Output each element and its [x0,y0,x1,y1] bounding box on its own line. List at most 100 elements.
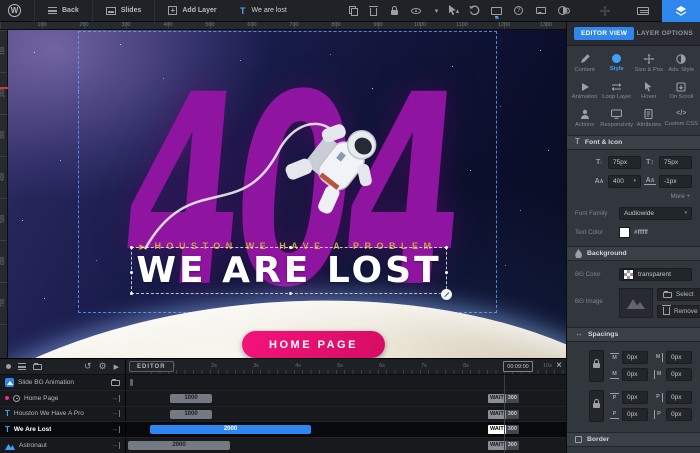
record-icon[interactable] [6,364,11,369]
select-image-button[interactable]: Select [657,288,700,301]
timeline-row-home-page[interactable]: Home Page → 1000 WAIT300 [0,391,566,407]
text-layer-icon: T [240,6,246,16]
selection-handle[interactable] [445,271,448,274]
resize-handle[interactable] [441,289,452,300]
selection-handle[interactable] [445,246,448,249]
tab-hover[interactable]: Hover [633,79,664,104]
playhead[interactable] [504,375,505,453]
tab-custom-css[interactable]: </> Custom CSS [664,106,698,131]
tab-label: Size & Pos [635,67,663,73]
folder-icon[interactable] [111,380,120,386]
selection-handle[interactable] [130,292,133,295]
settings-button[interactable]: ⚙ [548,7,586,16]
remove-image-button[interactable]: Remove [657,305,700,318]
tab-attributes[interactable]: Attributes [633,106,664,131]
preview-device-button[interactable] [491,5,502,16]
feedback-button[interactable] [535,5,546,16]
tab-adv-style[interactable]: Adv. Style [664,51,698,76]
padding-bottom-input[interactable] [622,408,648,421]
spacings-section-header[interactable]: ↔ Spacings [567,327,700,342]
slide-canvas[interactable]: 404 ▶HOUSTON WE HAVE A PROBLEM [0,30,566,358]
back-button[interactable]: Back [48,7,79,14]
border-section-header[interactable]: Border [567,432,700,447]
align-end-icon[interactable]: → [111,395,120,402]
astronaut-layer[interactable] [130,74,420,264]
layers-panel-toggle[interactable] [662,0,700,22]
tab-responsivity[interactable]: Responsivity [600,106,633,131]
lock-icon [593,403,600,408]
duration-bar[interactable]: 2000 [128,441,230,450]
layer-visibility-button[interactable] [410,5,421,16]
play-icon[interactable]: ▶ [114,363,119,371]
margin-top-input[interactable] [622,351,648,364]
lock-icon [391,10,398,15]
tab-on-scroll[interactable]: On Scroll [664,79,698,104]
section-title: Font & Icon [585,139,622,146]
more-options-link[interactable]: More + [577,193,690,200]
tab-animation[interactable]: Animation [569,79,600,104]
align-end-icon[interactable]: → [111,442,120,449]
padding-right-input[interactable] [666,391,692,404]
tab-size-pos[interactable]: Size & Pos [633,51,664,76]
delete-layer-button[interactable] [368,5,379,16]
selection-handle[interactable] [130,271,133,274]
duration-bar[interactable]: 2000 [150,425,311,434]
line-height-input[interactable] [659,156,692,169]
move-layer-down-button[interactable]: ▾ [431,5,442,16]
margin-lock-button[interactable] [589,350,604,382]
duration-bar[interactable]: 1000 [170,410,212,419]
lock-layer-button[interactable] [389,5,400,16]
font-icon-section-header[interactable]: T Font & Icon [567,135,700,150]
margin-right-input[interactable] [666,351,692,364]
close-timeline-icon[interactable]: × [556,360,562,371]
home-page-button-layer[interactable]: HOME PAGE [242,331,385,358]
padding-left-input[interactable] [666,408,692,421]
keyframe-marker[interactable] [130,379,133,386]
layer-list-icon[interactable] [18,363,26,370]
margin-bottom-input[interactable] [622,368,648,381]
group-folder-icon[interactable] [33,364,42,370]
timeline-row-astronaut[interactable]: Astronaut → 2000 WAIT300 [0,438,566,453]
timeline-row-slide-bg[interactable]: Slide BG Animation [0,375,566,391]
padding-top-input[interactable] [622,391,648,404]
selection-handle[interactable] [289,292,292,295]
timeline-row-houston[interactable]: T Houston We Have A Pro → 1000 WAIT300 [0,407,566,423]
align-end-icon[interactable]: → [111,426,120,433]
editor-view-button[interactable]: EDITOR VIEW [574,27,634,40]
align-end-icon[interactable]: → [111,410,120,417]
help-button[interactable]: ? [513,5,524,16]
tab-style-active[interactable]: Style [600,51,633,76]
move-tool-button-disabled[interactable] [586,6,624,16]
margin-left-input[interactable] [666,368,692,381]
shortcuts-button[interactable] [624,7,662,15]
padding-lock-button[interactable] [589,390,604,422]
duration-bar[interactable]: 1000 [170,394,212,403]
letter-spacing-input[interactable] [659,175,692,188]
time-display[interactable]: 00:09:00 [503,361,533,372]
text-color-swatch[interactable] [619,227,630,238]
tab-content[interactable]: Content [569,51,600,76]
timeline-settings-icon[interactable]: ⚙ [99,362,107,371]
undo-button[interactable] [469,5,480,16]
font-family-select[interactable]: Audiowide▾ [619,207,692,220]
timeline-row-we-are-lost-selected[interactable]: T We Are Lost → 2000 WAIT300 [0,422,566,438]
timeline-undo-icon[interactable]: ↻ [84,362,92,371]
margin-top-icon: M [610,353,619,362]
background-section-header[interactable]: Background [567,246,700,261]
duplicate-layer-button[interactable] [347,5,358,16]
tab-actions[interactable]: Actions [569,106,600,131]
selection-handle[interactable] [130,246,133,249]
bg-color-field[interactable]: transparent [619,268,692,281]
select-tool-button[interactable] [447,5,458,16]
slides-button[interactable]: Slides [106,7,142,15]
bg-image-thumbnail[interactable] [619,288,653,318]
folder-icon [663,292,672,298]
selection-handle[interactable] [289,246,292,249]
editor-mode-button[interactable]: EDITOR [129,361,174,372]
selected-title-layer[interactable]: WE ARE LOST [131,247,447,294]
font-size-input[interactable] [608,156,641,169]
wordpress-logo-icon[interactable]: W [8,4,21,17]
font-weight-select[interactable]: 400▾ [608,175,641,188]
add-layer-button[interactable]: + Add Layer [168,6,216,15]
tab-loop-layer[interactable]: Loop Layer [600,79,633,104]
